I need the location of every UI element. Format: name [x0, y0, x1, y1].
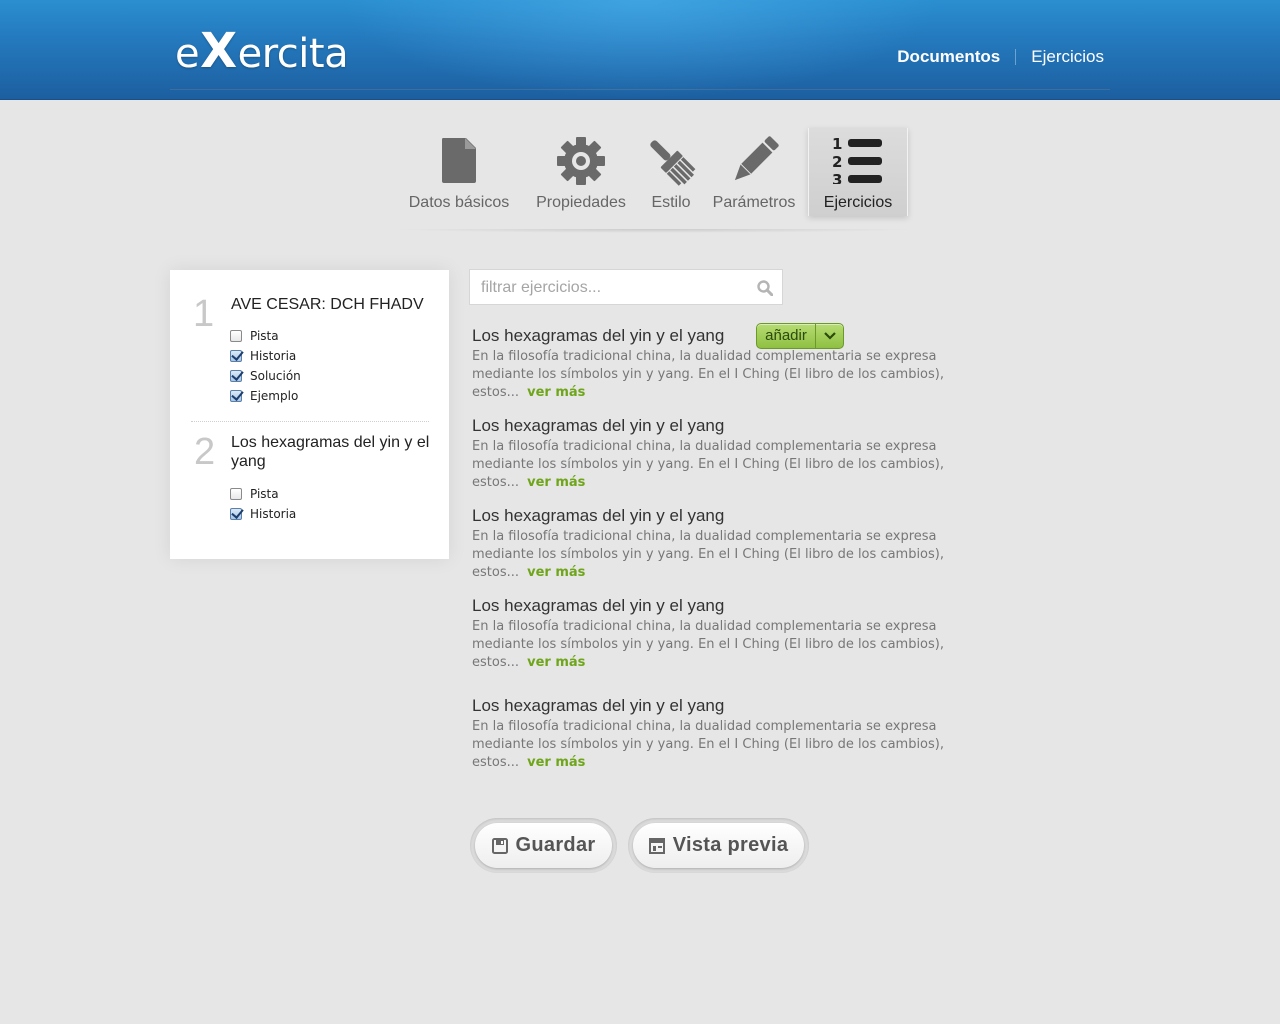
add-split-button: añadir	[756, 323, 844, 349]
tab-label: Parámetros	[712, 194, 796, 211]
tab-label: Estilo	[651, 194, 691, 211]
tab-propiedades[interactable]: Propiedades	[530, 128, 632, 216]
nav-separator	[1015, 49, 1017, 65]
option-ejemplo[interactable]: Ejemplo	[230, 388, 298, 404]
top-nav: Documentos Ejercicios	[897, 47, 1104, 67]
app-header: e Xercita Documentos Ejercicios	[0, 0, 1280, 99]
editor-toolbar: Datos básicos Propiedades Estilo Parámet…	[0, 128, 1280, 218]
filter-search-box	[469, 269, 783, 305]
result-title[interactable]: Los hexagramas del yin y el yang	[472, 595, 992, 617]
toolbar-shadow	[390, 229, 920, 233]
preview-button[interactable]: Vista previa	[633, 823, 804, 868]
pencil-icon	[728, 136, 780, 191]
option-label: Pista	[250, 329, 279, 343]
checkbox[interactable]	[230, 350, 242, 362]
ver-mas-link[interactable]: ver más	[527, 755, 585, 770]
ver-mas-link[interactable]: ver más	[527, 655, 585, 670]
add-dropdown-button[interactable]	[816, 324, 843, 348]
logo-prefix: e	[175, 31, 200, 77]
option-label: Pista	[250, 487, 279, 501]
save-button-frame: Guardar	[470, 818, 617, 873]
result-title[interactable]: Los hexagramas del yin y el yang	[472, 695, 992, 717]
result-title[interactable]: Los hexagramas del yin y el yang	[472, 505, 992, 527]
numbered-list-icon: 1 2 3	[832, 134, 884, 189]
result-description: En la filosofía tradicional china, la du…	[472, 618, 992, 672]
exercise-number: 1	[193, 293, 215, 335]
preview-label: Vista previa	[672, 834, 789, 856]
chevron-down-icon	[823, 332, 836, 340]
list-number-1: 1	[832, 135, 842, 153]
header-divider	[170, 89, 1110, 90]
checkbox[interactable]	[230, 508, 242, 520]
tab-parametros[interactable]: Parámetros	[708, 128, 800, 216]
tab-ejercicios[interactable]: 1 2 3 Ejercicios	[808, 128, 908, 216]
logo[interactable]: e Xercita	[175, 23, 349, 79]
checkbox[interactable]	[230, 330, 242, 342]
checkbox[interactable]	[230, 370, 242, 382]
ver-mas-link[interactable]: ver más	[527, 475, 585, 490]
tab-label: Propiedades	[536, 194, 626, 211]
exercise-number: 2	[194, 431, 216, 473]
save-label: Guardar	[515, 834, 596, 856]
exercise-result: Los hexagramas del yin y el yang En la f…	[472, 415, 992, 492]
exercise-result: Los hexagramas del yin y el yang En la f…	[472, 595, 992, 672]
logo-x: X	[200, 23, 237, 79]
exercise-result: Los hexagramas del yin y el yang En la f…	[472, 695, 992, 772]
option-label: Ejemplo	[250, 389, 299, 403]
search-icon[interactable]	[757, 280, 774, 300]
floppy-disk-icon	[491, 837, 508, 854]
ver-mas-link[interactable]: ver más	[527, 565, 585, 580]
result-description: En la filosofía tradicional china, la du…	[472, 718, 992, 772]
add-button[interactable]: añadir	[757, 324, 816, 348]
gear-icon	[556, 136, 606, 191]
ver-mas-link[interactable]: ver más	[527, 385, 585, 400]
option-pista[interactable]: Pista	[230, 328, 279, 344]
tab-estilo[interactable]: Estilo	[640, 128, 702, 216]
option-solucion[interactable]: Solución	[230, 368, 301, 384]
header-glow	[340, 0, 940, 99]
result-description: En la filosofía tradicional china, la du…	[472, 528, 992, 582]
tab-label: Datos básicos	[408, 194, 510, 211]
result-description: En la filosofía tradicional china, la du…	[472, 348, 992, 402]
result-title[interactable]: Los hexagramas del yin y el yang	[472, 325, 992, 347]
exercise-title: AVE CESAR: DCH FHADV	[231, 296, 424, 313]
option-pista[interactable]: Pista	[230, 486, 279, 502]
filter-input[interactable]	[481, 276, 751, 300]
checkbox[interactable]	[230, 488, 242, 500]
preview-layout-icon	[648, 837, 665, 854]
nav-ejercicios[interactable]: Ejercicios	[1031, 47, 1104, 67]
option-label: Historia	[250, 349, 297, 363]
exercise-title: Los hexagramas del yin y el yang	[231, 434, 430, 470]
selected-exercises-panel: 1 AVE CESAR: DCH FHADV Pista Historia So…	[170, 270, 449, 559]
option-label: Solución	[250, 369, 301, 383]
exercise-divider	[191, 421, 429, 422]
list-number-2: 2	[832, 153, 842, 171]
checkbox[interactable]	[230, 390, 242, 402]
result-title[interactable]: Los hexagramas del yin y el yang	[472, 415, 992, 437]
exercise-result: Los hexagramas del yin y el yang En la f…	[472, 505, 992, 582]
option-historia[interactable]: Historia	[230, 506, 296, 522]
option-label: Historia	[250, 507, 297, 521]
nav-documentos[interactable]: Documentos	[897, 47, 1000, 67]
list-number-3: 3	[832, 171, 842, 184]
result-description: En la filosofía tradicional china, la du…	[472, 438, 992, 492]
option-historia[interactable]: Historia	[230, 348, 296, 364]
preview-button-frame: Vista previa	[628, 818, 809, 873]
exercise-result: Los hexagramas del yin y el yang añadir …	[472, 323, 992, 402]
brush-icon	[645, 136, 697, 191]
tab-label: Ejercicios	[823, 194, 893, 211]
logo-suffix: ercita	[237, 31, 349, 77]
tab-datos-basicos[interactable]: Datos básicos	[404, 128, 514, 216]
document-icon	[440, 136, 478, 189]
save-button[interactable]: Guardar	[475, 823, 612, 868]
